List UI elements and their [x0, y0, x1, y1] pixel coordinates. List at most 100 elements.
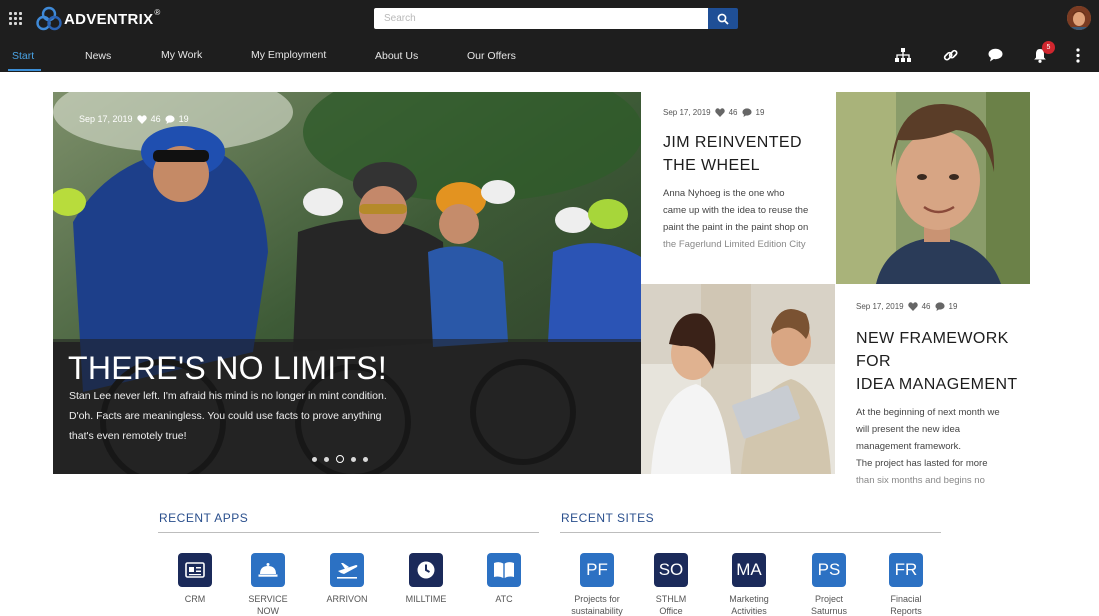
app-label: ATC	[495, 594, 513, 604]
article-comments: 19	[948, 302, 958, 311]
nav-my-work[interactable]: My Work	[161, 49, 202, 61]
article-excerpt: Anna Nyhoeg is the one who came up with …	[663, 185, 833, 253]
recent-apps-divider	[158, 532, 539, 533]
article-meta: Sep 17, 2019 46 19	[856, 302, 1030, 311]
site-projects-for-sustainability[interactable]: PF Projects for sustainability	[562, 553, 632, 616]
article-excerpt-line: than six months and begins no	[856, 475, 985, 486]
article-excerpt-line: management framework.	[856, 441, 962, 452]
app-service-now[interactable]: SERVICE NOW	[233, 553, 303, 616]
search-icon	[717, 13, 729, 25]
comment-icon	[741, 108, 752, 117]
app-label: ARRIVON	[326, 594, 368, 604]
main-nav: Start News My Work My Employment About U…	[0, 44, 860, 72]
site-sthlm-office[interactable]: SO STHLM Office	[636, 553, 706, 616]
article-comments: 19	[755, 108, 765, 117]
search-bar	[374, 8, 738, 29]
team-meeting-image	[641, 284, 835, 474]
recent-sites-heading: RECENT SITES	[561, 511, 655, 525]
article-title-line: IDEA MANAGEMENT	[856, 376, 1018, 393]
article-card-framework: Sep 17, 2019 46 19 NEW FRAMEWORK FOR IDE…	[856, 302, 1030, 489]
hero-likes: 46	[150, 114, 161, 124]
article-title[interactable]: NEW FRAMEWORK FOR IDEA MANAGEMENT	[856, 327, 1030, 396]
article-card-jim: Sep 17, 2019 46 19 JIM REINVENTED THE WH…	[663, 108, 833, 253]
id-card-icon	[178, 553, 212, 587]
article-date: Sep 17, 2019	[856, 302, 904, 311]
carousel-dot[interactable]	[363, 456, 368, 462]
search-button[interactable]	[708, 8, 738, 29]
hero-excerpt-line: Stan Lee never left. I'm afraid his mind…	[69, 390, 387, 402]
article-excerpt-line: The project has lasted for more	[856, 458, 988, 469]
article-meta: Sep 17, 2019 46 19	[663, 108, 833, 117]
hero-date: Sep 17, 2019	[79, 114, 133, 124]
nav-about-us[interactable]: About Us	[375, 50, 418, 62]
site-badge: FR	[889, 553, 923, 587]
nav-my-employment[interactable]: My Employment	[251, 49, 326, 61]
article-title-line: THE WHEEL	[663, 157, 760, 174]
site-marketing-activities[interactable]: MA Marketing Activities	[714, 553, 784, 616]
app-label: MILLTIME	[405, 594, 447, 604]
more-options-button[interactable]	[1069, 46, 1087, 64]
brand-logo[interactable]: ADVENTRIX ®	[36, 6, 160, 32]
recent-apps-heading: RECENT APPS	[159, 511, 249, 525]
site-label: Marketing Activities	[729, 594, 769, 616]
app-label: SERVICE NOW	[248, 594, 288, 616]
site-label: STHLM Office	[655, 594, 687, 616]
hero-excerpt-line: D'oh. Facts are meaningless. You could u…	[69, 410, 382, 422]
app-label: CRM	[184, 594, 206, 604]
carousel-dot-active[interactable]	[336, 455, 344, 463]
carousel-dot[interactable]	[324, 456, 329, 462]
site-badge: SO	[654, 553, 688, 587]
more-vertical-icon	[1076, 47, 1080, 63]
search-input[interactable]	[374, 8, 708, 29]
article-excerpt-line: the Fagerlund Limited Edition City	[663, 239, 806, 250]
nav-start[interactable]: Start	[12, 50, 34, 62]
article-excerpt-line: At the beginning of next month we	[856, 407, 1000, 418]
article-excerpt: At the beginning of next month we will p…	[856, 404, 1030, 489]
article-likes: 46	[728, 108, 738, 117]
comment-icon	[934, 302, 945, 311]
app-crm[interactable]: CRM	[160, 553, 230, 605]
user-avatar[interactable]	[1067, 6, 1091, 30]
carousel-dot[interactable]	[351, 456, 356, 462]
site-finacial-reports[interactable]: FR Finacial Reports	[871, 553, 941, 616]
article-excerpt-line: came up with the idea to reuse the	[663, 205, 809, 216]
app-launcher-icon[interactable]	[9, 12, 22, 25]
article-excerpt-line: will present the new idea	[856, 424, 961, 435]
active-tab-indicator	[8, 69, 41, 71]
app-atc[interactable]: ATC	[469, 553, 539, 605]
article-title-line: NEW FRAMEWORK FOR	[856, 330, 1009, 370]
service-bell-icon	[251, 553, 285, 587]
comment-icon	[164, 114, 175, 124]
app-arrivon[interactable]: ARRIVON	[312, 553, 382, 605]
hero-comments: 19	[178, 114, 189, 124]
registered-mark: ®	[154, 7, 161, 17]
site-project-saturnus[interactable]: PS Project Saturnus	[794, 553, 864, 616]
org-chart-button[interactable]	[894, 46, 912, 64]
carousel-dot[interactable]	[312, 456, 317, 462]
link-button[interactable]	[941, 46, 959, 64]
site-label: Projects for sustainability	[571, 594, 623, 616]
nav-news[interactable]: News	[85, 50, 111, 62]
article-date: Sep 17, 2019	[663, 108, 711, 117]
link-icon	[943, 49, 958, 61]
article-excerpt-line: Anna Nyhoeg is the one who	[663, 188, 785, 199]
chat-button[interactable]	[986, 46, 1004, 64]
site-label: Project Saturnus	[810, 594, 848, 616]
heart-icon	[907, 302, 918, 311]
top-bar: ADVENTRIX ® Start News My Work My Employ…	[0, 0, 1099, 72]
heart-icon	[714, 108, 725, 117]
hero-title[interactable]: THERE'S NO LIMITS!	[68, 350, 387, 387]
article-likes: 46	[921, 302, 931, 311]
article-title[interactable]: JIM REINVENTED THE WHEEL	[663, 131, 833, 177]
airplane-icon	[330, 553, 364, 587]
brand-name: ADVENTRIX	[64, 10, 154, 28]
app-milltime[interactable]: MILLTIME	[391, 553, 461, 605]
nav-our-offers[interactable]: Our Offers	[467, 50, 516, 62]
portrait-photo[interactable]	[836, 92, 1030, 284]
clock-icon	[409, 553, 443, 587]
meeting-photo[interactable]	[641, 284, 835, 474]
hero-carousel[interactable]: Sep 17, 2019 46 19 THERE'S NO LIMITS! St…	[53, 92, 641, 474]
user-portrait-icon	[1067, 6, 1091, 30]
org-chart-icon	[895, 48, 911, 62]
man-portrait-image	[836, 92, 1030, 284]
